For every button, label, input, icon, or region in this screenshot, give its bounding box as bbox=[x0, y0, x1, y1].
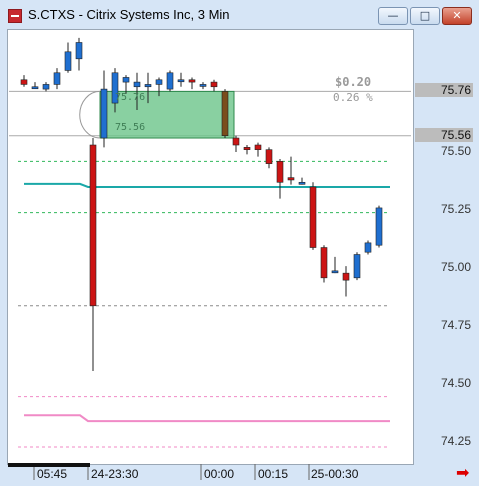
x-tick-label: 05:45 bbox=[37, 467, 68, 481]
pink-line bbox=[24, 414, 390, 423]
candle-body bbox=[287, 177, 295, 181]
y-tick-label: 74.25 bbox=[440, 434, 471, 448]
x-tick-label: 00:15 bbox=[258, 467, 289, 481]
price-chart[interactable] bbox=[0, 0, 479, 486]
candle-body bbox=[353, 254, 361, 279]
entry-price-marker: 75.76 bbox=[415, 83, 473, 97]
candle-body bbox=[364, 242, 372, 253]
y-tick-label: 75.50 bbox=[440, 144, 471, 158]
candle-body bbox=[75, 42, 83, 60]
candle-body bbox=[276, 161, 284, 183]
entry-price-label: 75.76 bbox=[115, 92, 146, 103]
pnl-amount: $0.20 bbox=[335, 75, 372, 89]
candle-body bbox=[20, 79, 28, 85]
candle-body bbox=[375, 207, 383, 246]
candle-body bbox=[221, 91, 229, 136]
candle-body bbox=[331, 270, 339, 274]
x-tick-label: 24-23:30 bbox=[91, 467, 139, 481]
candle-body bbox=[199, 84, 207, 87]
candle-body bbox=[53, 72, 61, 85]
candle-body bbox=[265, 149, 273, 164]
candle-body bbox=[188, 79, 196, 83]
candle-body bbox=[210, 81, 218, 88]
chart-window: S.CTXS - Citrix Systems Inc, 3 Min — □ ✕… bbox=[0, 0, 479, 486]
candle-body bbox=[243, 147, 251, 150]
pnl-percent: 0.26 % bbox=[333, 91, 373, 104]
candle-body bbox=[100, 88, 108, 139]
target-price-marker: 75.56 bbox=[415, 128, 473, 142]
candle-body bbox=[298, 181, 306, 185]
candle-body bbox=[254, 144, 262, 150]
y-tick-label: 74.75 bbox=[440, 318, 471, 332]
candle-body bbox=[177, 79, 185, 83]
teal-line bbox=[24, 182, 390, 188]
target-price-label: 75.56 bbox=[115, 122, 146, 133]
y-tick-label: 75.25 bbox=[440, 202, 471, 216]
candle-body bbox=[155, 79, 163, 85]
x-tick-label: 25-00:30 bbox=[311, 467, 359, 481]
position-arc bbox=[79, 90, 101, 139]
x-tick-label: 00:00 bbox=[204, 467, 235, 481]
candle-body bbox=[133, 81, 141, 88]
candle-body bbox=[31, 86, 39, 90]
candle-body bbox=[342, 272, 350, 281]
candle-body bbox=[232, 137, 240, 146]
candle-body bbox=[309, 186, 317, 248]
y-tick-label: 74.50 bbox=[440, 376, 471, 390]
candle-body bbox=[166, 72, 174, 90]
y-tick-label: 75.00 bbox=[440, 260, 471, 274]
candle-body bbox=[64, 51, 72, 71]
candle-body bbox=[320, 247, 328, 279]
red-arrow-right-icon[interactable]: ➡ bbox=[456, 465, 472, 481]
candle-body bbox=[122, 77, 130, 83]
candle-body bbox=[144, 84, 152, 88]
candle-body bbox=[42, 84, 50, 90]
candle-body bbox=[89, 144, 97, 307]
